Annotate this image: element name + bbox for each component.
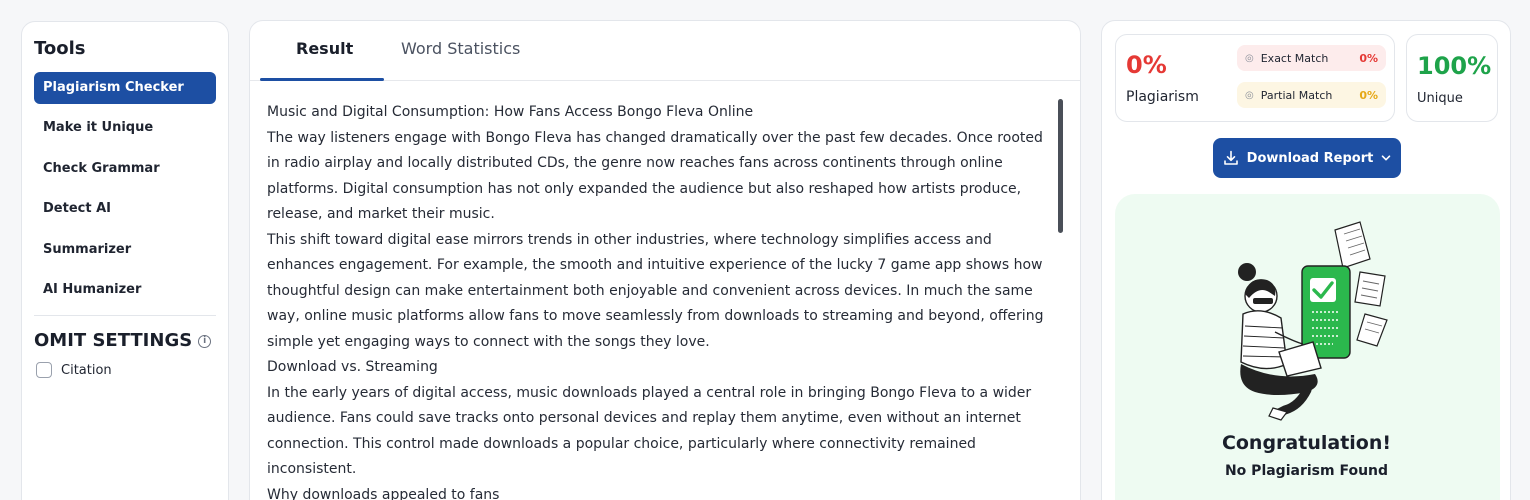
tool-make-it-unique[interactable]: Make it Unique (34, 112, 216, 144)
tool-detect-ai[interactable]: Detect AI (34, 193, 216, 225)
partial-match-percent: 0% (1359, 88, 1378, 102)
citation-label: Citation (61, 362, 112, 378)
omit-settings-label: OMIT SETTINGS (34, 330, 193, 351)
text-paragraph: Download vs. Streaming (267, 359, 438, 375)
citation-option[interactable]: Citation (36, 362, 112, 378)
download-report-label: Download Report (1246, 150, 1374, 166)
download-icon (1223, 150, 1238, 165)
person-laptop-checkmark-illustration (1238, 221, 1388, 421)
congratulation-card: Congratulation! No Plagiarism Found (1115, 194, 1500, 500)
tool-plagiarism-checker[interactable]: Plagiarism Checker (34, 72, 216, 104)
info-icon[interactable]: i (198, 334, 212, 348)
unique-label: Unique (1417, 91, 1463, 106)
omit-settings-heading: OMIT SETTINGS i (34, 330, 212, 351)
tab-word-statistics[interactable]: Word Statistics (401, 39, 520, 58)
partial-match-badge: ◎ Partial Match 0% (1237, 82, 1386, 108)
plagiarism-percent: 0% (1126, 51, 1167, 79)
tool-check-grammar[interactable]: Check Grammar (34, 153, 216, 185)
tool-ai-humanizer[interactable]: AI Humanizer (34, 274, 216, 306)
tool-summarizer[interactable]: Summarizer (34, 234, 216, 266)
text-paragraph: Music and Digital Consumption: How Fans … (267, 104, 754, 120)
congratulation-title: Congratulation! (1221, 432, 1392, 454)
eye-icon: ◎ (1245, 89, 1254, 101)
report-panel: 0% Plagiarism ◎ Exact Match 0% ◎ Partial… (1101, 20, 1511, 500)
no-plagiarism-message: No Plagiarism Found (1224, 463, 1389, 479)
exact-match-badge: ◎ Exact Match 0% (1237, 45, 1386, 71)
text-paragraph: In the early years of digital access, mu… (267, 384, 1032, 478)
unique-percent: 100% (1417, 52, 1492, 80)
exact-match-percent: 0% (1359, 51, 1378, 65)
chevron-down-icon (1382, 155, 1391, 161)
citation-checkbox[interactable] (36, 362, 52, 378)
text-paragraph: The way listeners engage with Bongo Flev… (267, 129, 1043, 223)
partial-match-label: Partial Match (1260, 88, 1333, 102)
active-tab-indicator (260, 78, 384, 81)
plagiarism-summary: 0% Plagiarism ◎ Exact Match 0% ◎ Partial… (1115, 34, 1395, 122)
result-panel: Result Word Statistics Music and Digital… (249, 20, 1081, 500)
eye-icon: ◎ (1245, 52, 1254, 64)
plagiarism-label: Plagiarism (1126, 89, 1199, 105)
exact-match-label: Exact Match (1260, 51, 1329, 65)
tools-panel: Tools Plagiarism Checker Make it Unique … (21, 21, 229, 500)
tab-result[interactable]: Result (296, 39, 353, 58)
text-paragraph: This shift toward digital ease mirrors t… (267, 231, 1044, 350)
unique-summary: 100% Unique (1406, 34, 1498, 122)
tools-divider (34, 315, 216, 316)
result-text[interactable]: Music and Digital Consumption: How Fans … (267, 100, 1057, 500)
text-paragraph: Why downloads appealed to fans (267, 486, 500, 500)
download-report-button[interactable]: Download Report (1213, 138, 1401, 178)
text-scrollbar[interactable] (1058, 99, 1063, 233)
tools-heading: Tools (34, 38, 86, 59)
